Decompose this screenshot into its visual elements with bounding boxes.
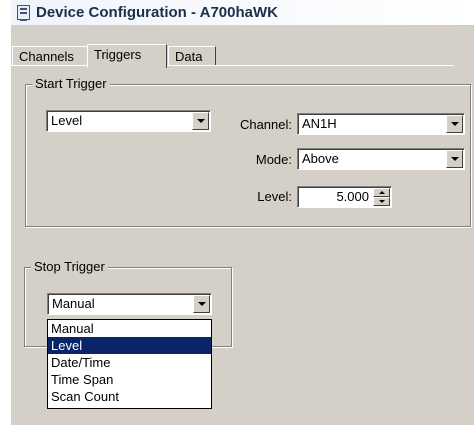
- tab-channels-label: Channels: [19, 49, 74, 64]
- title-bar: Device Configuration - A700haWK: [11, 0, 474, 25]
- level-value: 5.000: [336, 189, 369, 204]
- chevron-down-icon: [196, 119, 205, 123]
- stop-trigger-type-dropdown-button[interactable]: [193, 295, 210, 313]
- channel-label: Channel:: [239, 117, 292, 132]
- chevron-down-icon: [450, 157, 459, 161]
- arrow-up-icon: [378, 191, 385, 194]
- level-decrement-button[interactable]: [373, 197, 390, 206]
- stop-trigger-type-value: Manual: [52, 296, 95, 311]
- tab-channels[interactable]: Channels: [12, 46, 88, 66]
- mode-value: Above: [302, 151, 339, 166]
- tab-triggers-label: Triggers: [94, 47, 142, 62]
- stop-trigger-option-manual[interactable]: Manual: [48, 320, 211, 337]
- start-trigger-type-dropdown-button[interactable]: [192, 112, 209, 130]
- app-icon: [17, 5, 30, 21]
- channel-select[interactable]: AN1H: [297, 113, 465, 135]
- channel-dropdown-button[interactable]: [446, 115, 463, 133]
- mode-select[interactable]: Above: [297, 148, 465, 170]
- stop-trigger-type-select[interactable]: Manual: [47, 293, 212, 315]
- level-spinner[interactable]: 5.000: [297, 186, 392, 208]
- level-increment-button[interactable]: [373, 188, 390, 197]
- tab-data-label: Data: [175, 49, 203, 64]
- tab-triggers[interactable]: Triggers: [87, 44, 167, 68]
- level-spinner-arrows: [373, 188, 390, 206]
- chevron-down-icon: [450, 122, 459, 126]
- mode-label: Mode:: [255, 152, 292, 167]
- stop-trigger-option-scan-count[interactable]: Scan Count: [48, 388, 211, 405]
- start-trigger-legend: Start Trigger: [32, 76, 110, 91]
- stop-trigger-option-level[interactable]: Level: [48, 337, 211, 354]
- level-label: Level:: [257, 189, 292, 204]
- start-trigger-type-value: Level: [51, 113, 83, 128]
- chevron-down-icon: [197, 302, 206, 306]
- stop-trigger-option-time-span[interactable]: Time Span: [48, 371, 211, 388]
- stop-trigger-option-date-time[interactable]: Date/Time: [48, 354, 211, 371]
- window-title: Device Configuration - A700haWK: [36, 4, 278, 21]
- channel-value: AN1H: [302, 116, 337, 131]
- stop-trigger-options-list: Manual Level Date/Time Time Span Scan Co…: [47, 319, 212, 409]
- mode-dropdown-button[interactable]: [446, 150, 463, 168]
- start-trigger-type-select[interactable]: Level: [46, 110, 211, 132]
- arrow-down-icon: [378, 200, 385, 203]
- stop-trigger-legend: Stop Trigger: [31, 259, 108, 274]
- tab-data[interactable]: Data: [168, 46, 216, 66]
